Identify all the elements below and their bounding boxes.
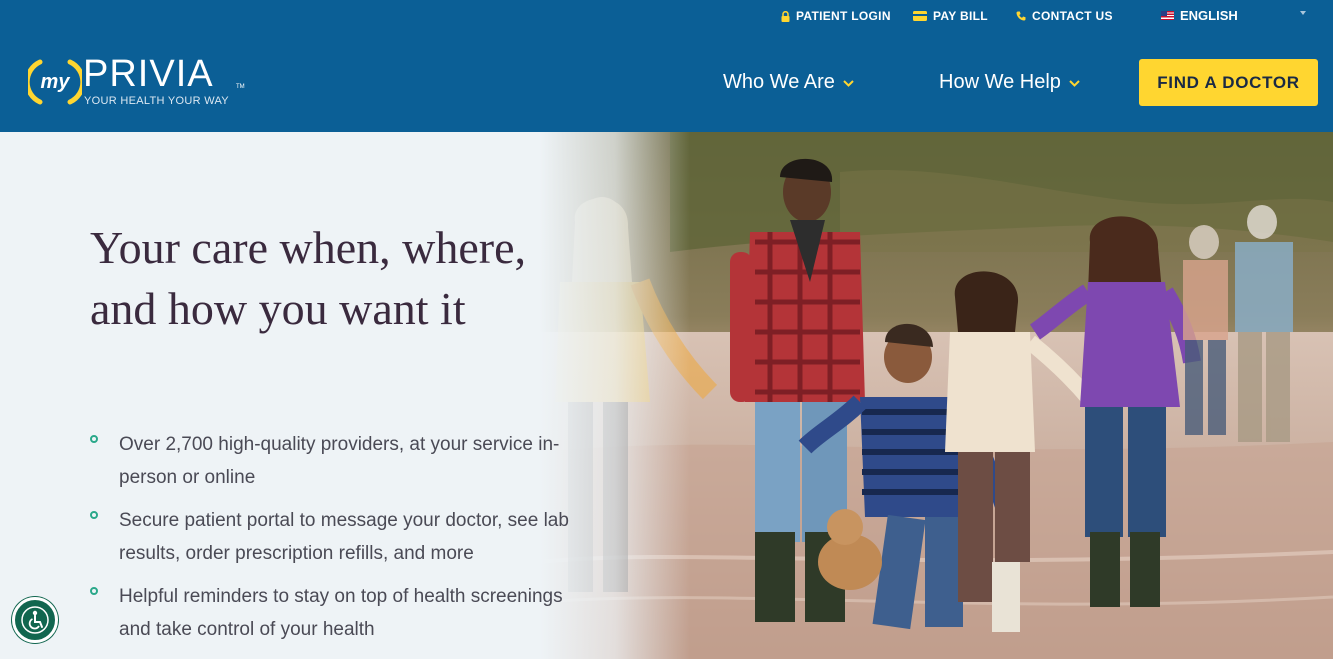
lock-icon <box>781 10 790 22</box>
bullet-circle-icon <box>90 511 98 519</box>
benefit-text: Over 2,700 high-quality providers, at yo… <box>119 434 560 488</box>
bullet-circle-icon <box>90 587 98 595</box>
list-item: Over 2,700 high-quality providers, at yo… <box>90 428 570 494</box>
pay-bill-label: PAY BILL <box>933 9 988 23</box>
contact-us-link[interactable]: CONTACT US <box>1016 9 1113 23</box>
chevron-down-icon <box>843 80 854 87</box>
chevron-down-icon <box>1069 80 1080 87</box>
language-label: ENGLISH <box>1180 8 1238 23</box>
nav-who-we-are[interactable]: Who We Are <box>723 71 854 94</box>
site-header: PATIENT LOGIN PAY BILL CONTACT US ENGLIS… <box>0 0 1333 132</box>
logo-trademark: TM <box>236 84 245 90</box>
myprivia-logo-mark: my <box>28 59 82 105</box>
language-select[interactable]: ENGLISH <box>1161 8 1311 23</box>
myprivia-logo[interactable]: my PRIVIA TM YOUR HEALTH YOUR WAY <box>28 53 248 112</box>
bullet-circle-icon <box>90 435 98 443</box>
nav-who-we-are-label: Who We Are <box>723 71 835 93</box>
chevron-down-icon <box>1300 11 1306 15</box>
find-a-doctor-button[interactable]: FIND A DOCTOR <box>1139 59 1318 106</box>
logo-my-text: my <box>41 71 71 93</box>
hero-headline: Your care when, where, and how you want … <box>90 222 527 334</box>
patient-login-label: PATIENT LOGIN <box>796 9 891 23</box>
nav-how-we-help-label: How We Help <box>939 71 1061 93</box>
pay-bill-link[interactable]: PAY BILL <box>913 9 988 23</box>
accessibility-icon <box>21 606 49 634</box>
list-item: Helpful reminders to stay on top of heal… <box>90 580 570 646</box>
phone-icon <box>1016 11 1026 21</box>
list-item: Secure patient portal to message your do… <box>90 504 570 570</box>
logo-brand-text: PRIVIA <box>83 53 214 95</box>
nav-how-we-help[interactable]: How We Help <box>939 71 1080 94</box>
benefit-text: Helpful reminders to stay on top of heal… <box>119 586 563 640</box>
us-flag-icon <box>1161 11 1174 20</box>
hero-benefits-list: Over 2,700 high-quality providers, at yo… <box>90 428 570 656</box>
patient-login-link[interactable]: PATIENT LOGIN <box>781 9 891 23</box>
credit-card-icon <box>913 11 927 21</box>
logo-tagline: YOUR HEALTH YOUR WAY <box>84 95 229 107</box>
contact-us-label: CONTACT US <box>1032 9 1113 23</box>
hero-section: Your care when, where, and how you want … <box>0 132 1333 659</box>
accessibility-button[interactable] <box>12 597 58 643</box>
benefit-text: Secure patient portal to message your do… <box>119 510 569 564</box>
